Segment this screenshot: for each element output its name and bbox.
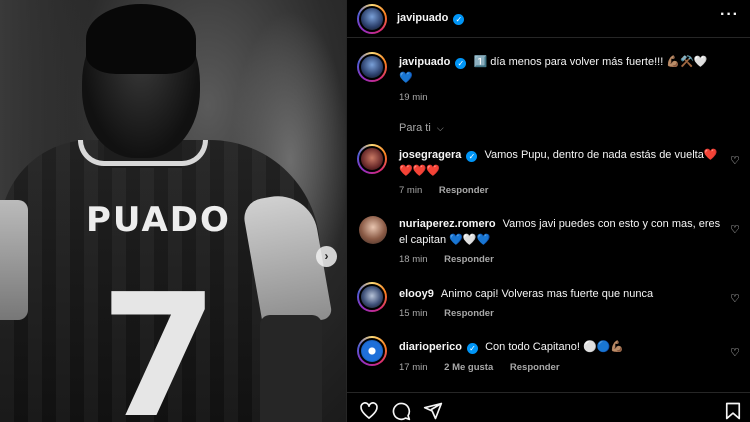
share-icon[interactable]	[423, 401, 443, 421]
chevron-down-icon: ⌵	[436, 123, 444, 133]
comment-avatar[interactable]	[359, 216, 387, 244]
action-bar	[347, 392, 750, 422]
comment-avatar[interactable]	[357, 336, 387, 366]
comments-panel: javipuado ✓ ··· javipuado ✓ 1️⃣ día meno…	[346, 0, 750, 422]
comment-meta: 15 min Responder	[399, 308, 508, 319]
caption-username[interactable]: javipuado	[399, 56, 450, 68]
like-comment-icon[interactable]: ♡	[730, 292, 740, 305]
comment-avatar[interactable]	[357, 144, 387, 174]
jersey-number: 7	[100, 258, 219, 422]
verified-icon: ✓	[453, 14, 465, 25]
comment-text-line-2: el capitan 💙🤍💙	[399, 234, 491, 246]
jersey-name: PUADO	[86, 200, 231, 240]
comment-text-line-2: ❤️❤️❤️	[399, 165, 441, 177]
bookmark-icon[interactable]	[723, 401, 743, 421]
comment-time: 18 min	[399, 254, 428, 265]
comment-icon[interactable]	[391, 401, 411, 421]
comment: nuriaperez.romero Vamos javi puedes con …	[399, 216, 729, 233]
comment-meta: 17 min 2 Me gusta Responder	[399, 362, 574, 373]
verified-icon: ✓	[467, 343, 479, 354]
comment-sort-dropdown[interactable]: Para ti ⌵	[399, 122, 444, 134]
author-name-row: javipuado ✓	[397, 12, 465, 25]
comment-username[interactable]: nuriaperez.romero	[399, 218, 496, 230]
comment-username[interactable]: elooy9	[399, 288, 434, 300]
caption-time: 19 min	[399, 92, 428, 103]
comment-avatar[interactable]	[357, 282, 387, 312]
like-comment-icon[interactable]: ♡	[730, 346, 740, 359]
more-options-icon[interactable]: ···	[720, 6, 739, 24]
comment-meta: 7 min Responder	[399, 185, 503, 196]
caption-line-2: 💙	[399, 72, 413, 84]
reply-button[interactable]: Responder	[439, 185, 489, 196]
comment-meta: 18 min Responder	[399, 254, 508, 265]
comment-username[interactable]: josegragera	[399, 149, 461, 161]
verified-icon: ✓	[455, 58, 467, 69]
reply-button[interactable]: Responder	[510, 362, 560, 373]
caption-text: 1️⃣ día menos para volver más fuerte!!! …	[473, 56, 708, 68]
comment-text: Vamos javi puedes con esto y con mas, er…	[502, 218, 721, 230]
author-username[interactable]: javipuado	[397, 12, 448, 24]
post-viewer: PUADO 7 › javipuado ✓ ··· javipuado ✓ 1️…	[0, 0, 750, 422]
reply-button[interactable]: Responder	[444, 254, 494, 265]
comment: diarioperico ✓ Con todo Capitano! ⚪🔵💪🏽	[399, 339, 729, 356]
comment-text: Animo capi! Volveras mas fuerte que nunc…	[440, 288, 654, 300]
post-header: javipuado ✓ ···	[347, 0, 750, 38]
next-image-button[interactable]: ›	[316, 246, 337, 267]
verified-icon: ✓	[466, 151, 478, 162]
comment-text: Vamos Pupu, dentro de nada estás de vuel…	[484, 149, 718, 161]
post-photo: PUADO 7 ›	[0, 0, 346, 422]
comment-time: 17 min	[399, 362, 428, 373]
caption-meta: 19 min	[399, 92, 442, 103]
author-avatar[interactable]	[357, 4, 387, 34]
comment-likes[interactable]: 2 Me gusta	[444, 362, 493, 373]
comment-time: 7 min	[399, 185, 423, 196]
comment-username[interactable]: diarioperico	[399, 341, 462, 353]
like-comment-icon[interactable]: ♡	[730, 223, 740, 236]
comment-text: Con todo Capitano! ⚪🔵💪🏽	[485, 341, 625, 353]
comment: josegragera ✓ Vamos Pupu, dentro de nada…	[399, 147, 729, 164]
heart-icon[interactable]	[359, 401, 379, 421]
caption: javipuado ✓ 1️⃣ día menos para volver má…	[399, 54, 729, 71]
reply-button[interactable]: Responder	[444, 308, 494, 319]
comment: elooy9 Animo capi! Volveras mas fuerte q…	[399, 286, 729, 303]
comment-time: 15 min	[399, 308, 428, 319]
caption-avatar[interactable]	[357, 52, 387, 82]
like-comment-icon[interactable]: ♡	[730, 154, 740, 167]
